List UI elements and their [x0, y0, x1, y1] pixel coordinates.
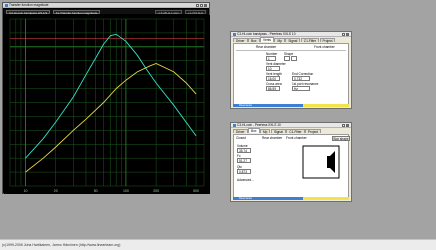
vent-diameter-field[interactable]: 10: [266, 66, 280, 71]
shape-square-option[interactable]: [291, 56, 297, 61]
closed-label: Closed: [236, 136, 246, 140]
box-diagram: [302, 145, 340, 179]
box-window-tabs: Driver Box Mp Signal C1-Filter Project: [231, 128, 351, 134]
front-chamber-header: Front chamber: [314, 45, 335, 49]
fc-field[interactable]: 51.27: [237, 158, 251, 163]
rear-chamber-header: Rear chamber: [256, 45, 277, 49]
status-indicator: [302, 197, 349, 200]
box-tab-mp[interactable]: Mp: [260, 129, 271, 134]
app-icon: [233, 32, 236, 36]
volume-field[interactable]: 35.74: [237, 148, 251, 153]
vents-tab-project[interactable]: Project: [319, 38, 336, 43]
box-window: C3-Hi-coin - Peerless XXLS 10 Driver Box M…: [230, 122, 352, 202]
graph-window: Transfer function magnitude C3-Hi-coin b…: [2, 2, 210, 194]
rear-chamber-header: Rear chamber: [262, 136, 283, 140]
number-field[interactable]: 1: [266, 56, 276, 61]
box-window-title: C3-Hi-coin - Peerless XXLS 10: [237, 123, 281, 127]
cursor-readout-2: +1.776 kHz: [184, 9, 206, 15]
x-tick-label: 50: [94, 189, 98, 193]
minimize-icon[interactable]: [342, 32, 345, 36]
x-tick-label: 500: [193, 189, 199, 193]
minimize-icon[interactable]: [196, 3, 199, 7]
x-tick-label: 100: [123, 189, 129, 193]
app-icon: [5, 3, 8, 7]
x-tick-label: 10: [24, 189, 28, 193]
x-tick-label: 200: [153, 189, 159, 193]
divider: [236, 50, 346, 51]
cross-area-field: 86.59: [266, 86, 280, 91]
box-tab-project[interactable]: Project: [305, 129, 321, 134]
vents-window-tabs: Driver Box Vents Mp Signal C1-Filter Project: [231, 37, 351, 43]
vents-tab-c1-filter[interactable]: C1-Filter: [300, 38, 320, 43]
vents-tab-signal[interactable]: Signal: [285, 38, 301, 43]
port-resonance-field: Hz: [292, 86, 310, 91]
qtc-field[interactable]: 0.873: [237, 169, 251, 174]
box-panel: Closed Rear chamber Front chamber Box sh…: [233, 134, 350, 198]
x-tick-label: 20: [54, 189, 58, 193]
end-correction-field[interactable]: 0.732: [292, 76, 310, 81]
box-tab-signal[interactable]: Signal: [270, 129, 286, 134]
box-tab-box[interactable]: Box: [248, 128, 260, 133]
vents-tab-vents[interactable]: Vents: [260, 37, 274, 42]
close-icon[interactable]: [346, 123, 349, 127]
app-statusbar: (c)1999-2006 Juha Hartikainen, Jarmo Hän…: [0, 239, 436, 250]
app-icon: [233, 123, 236, 127]
status-indicator: [302, 104, 349, 107]
graph-type-select[interactable]: Fs Transfer function magnitude: [53, 9, 101, 15]
status-text: Resonance: [233, 197, 303, 200]
graph-window-titlebar[interactable]: Transfer function magnitude: [3, 3, 209, 8]
cursor-readout-1: 1.6 dB at 1 kHz: [155, 9, 182, 15]
box-shape-button[interactable]: Box shape: [332, 136, 350, 141]
close-icon[interactable]: [346, 32, 349, 36]
advanced-link[interactable]: Advanced...: [237, 178, 254, 182]
close-icon[interactable]: [204, 3, 207, 7]
vent-length-field[interactable]: 16.00: [266, 76, 280, 81]
vents-tab-box[interactable]: Box: [248, 38, 260, 43]
vents-status-bar: Resonance: [233, 104, 349, 107]
graph-window-title: Transfer function magnitude: [9, 3, 49, 7]
minimize-icon[interactable]: [342, 123, 345, 127]
vents-panel: Rear chamber Front chamber Number 1 Shap…: [233, 43, 349, 106]
box-tab-driver[interactable]: Driver: [233, 129, 248, 134]
project-select[interactable]: C3-Hi-coin bandpass 2/3 1/3: [6, 9, 51, 15]
box-tab-c1-filter[interactable]: C1-Filter: [286, 129, 305, 134]
front-chamber-header: Front chamber: [286, 136, 307, 140]
vents-tab-driver[interactable]: Driver: [233, 38, 248, 43]
box-status-bar: Resonance: [233, 197, 349, 200]
status-text: Resonance: [233, 104, 303, 107]
maximize-icon[interactable]: [200, 3, 203, 7]
vents-window: C3-Hi-coin bandpass - Peerless XXLS 10 D…: [230, 31, 352, 109]
shape-round-option[interactable]: [284, 56, 290, 61]
vents-tab-mp[interactable]: Mp: [274, 38, 285, 43]
transfer-function-plot[interactable]: 10 20 50 100 200 500: [4, 15, 210, 194]
vents-window-title: C3-Hi-coin bandpass - Peerless XXLS 10: [237, 32, 296, 36]
graph-toolbar: C3-Hi-coin bandpass 2/3 1/3 Fs Transfer …: [4, 9, 208, 15]
